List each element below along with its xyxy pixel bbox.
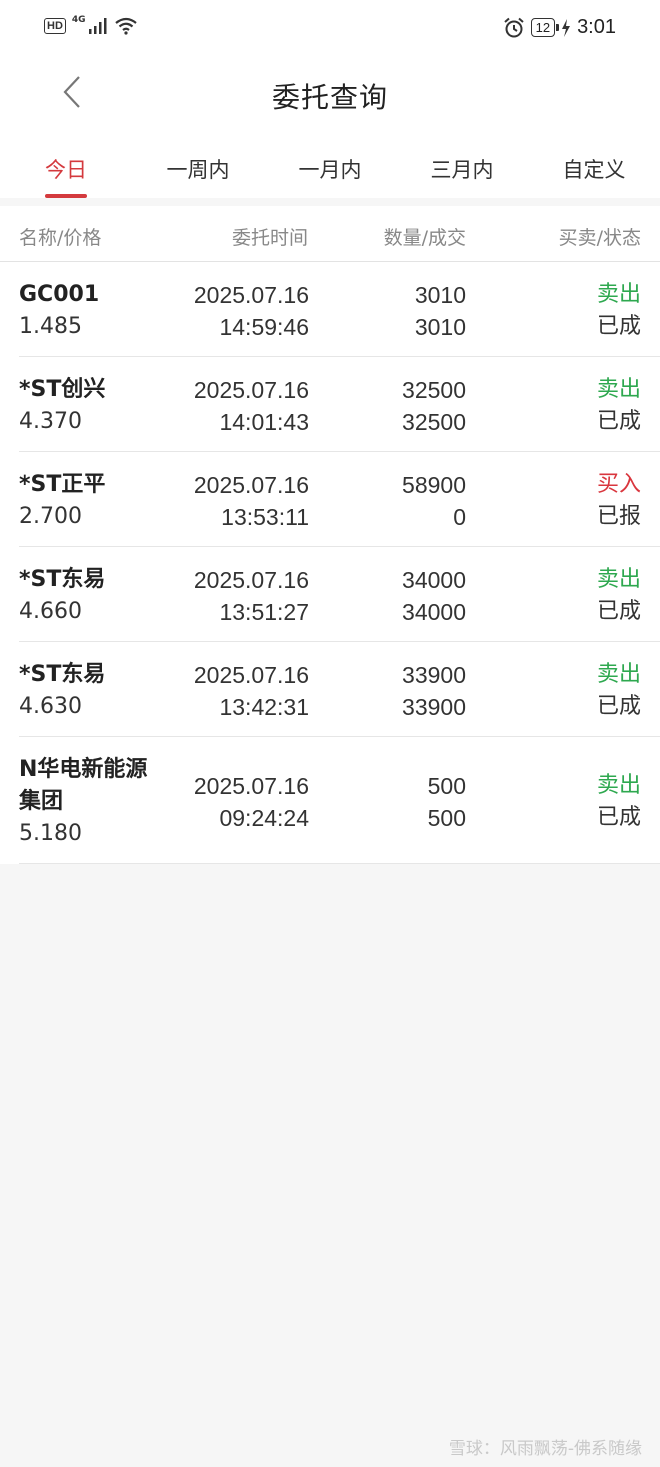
hd-badge: HD bbox=[44, 18, 66, 34]
battery-icon: 12 bbox=[530, 18, 560, 37]
watermark: 雪球：风雨飘荡-佛系随缘 bbox=[449, 1434, 642, 1459]
column-side-status: 买卖/状态 bbox=[558, 227, 641, 249]
clock-time: 3:01 bbox=[577, 16, 616, 38]
tab-three-months[interactable]: 三月内 bbox=[396, 132, 528, 198]
order-qty: 500 bbox=[427, 773, 466, 799]
order-side: 卖出 bbox=[596, 282, 641, 307]
order-side: 卖出 bbox=[596, 773, 641, 798]
filled-qty: 0 bbox=[453, 504, 466, 530]
order-row[interactable]: GC001 1.485 2025.07.16 14:59:46 3010 301… bbox=[19, 262, 660, 357]
order-qty: 32500 bbox=[402, 377, 466, 403]
alarm-icon bbox=[503, 17, 524, 37]
order-status: 已成 bbox=[596, 409, 641, 434]
date-range-tabs: 今日 一周内 一月内 三月内 自定义 bbox=[0, 132, 660, 198]
order-price: 5.180 bbox=[19, 821, 82, 846]
status-bar: HD 4G 12 3:01 bbox=[0, 0, 660, 58]
order-time: 13:51:27 bbox=[219, 599, 309, 625]
filled-qty: 32500 bbox=[402, 409, 466, 435]
order-qty: 58900 bbox=[402, 472, 466, 498]
tab-label: 三月内 bbox=[430, 158, 494, 182]
column-name-price: 名称/价格 bbox=[19, 227, 102, 249]
stock-name: *ST东易 bbox=[19, 567, 106, 592]
order-price: 4.660 bbox=[19, 599, 82, 624]
order-time: 13:53:11 bbox=[221, 504, 309, 530]
tab-month[interactable]: 一月内 bbox=[264, 132, 396, 198]
column-header: 名称/价格 委托时间 数量/成交 买卖/状态 bbox=[0, 206, 660, 262]
stock-name: N华电新能源集团 bbox=[19, 757, 148, 814]
title-bar: 委托查询 bbox=[0, 58, 660, 132]
order-time: 14:01:43 bbox=[219, 409, 309, 435]
order-date: 2025.07.16 bbox=[193, 377, 309, 403]
tab-label: 一月内 bbox=[298, 158, 362, 182]
order-row[interactable]: N华电新能源集团 5.180 2025.07.16 09:24:24 500 5… bbox=[19, 737, 660, 864]
tab-custom[interactable]: 自定义 bbox=[528, 132, 660, 198]
order-row[interactable]: *ST东易 4.630 2025.07.16 13:42:31 33900 33… bbox=[19, 642, 660, 737]
charging-icon bbox=[562, 18, 571, 37]
tab-label: 今日 bbox=[45, 158, 87, 182]
order-status: 已成 bbox=[596, 694, 641, 719]
signal-icon bbox=[88, 18, 107, 34]
filled-qty: 33900 bbox=[402, 694, 466, 720]
stock-name: GC001 bbox=[19, 282, 100, 307]
page-title: 委托查询 bbox=[271, 81, 388, 114]
wifi-icon bbox=[114, 17, 137, 35]
order-side: 卖出 bbox=[596, 567, 641, 592]
stock-name: *ST东易 bbox=[19, 662, 106, 687]
column-time: 委托时间 bbox=[231, 227, 308, 249]
order-time: 13:42:31 bbox=[219, 694, 309, 720]
network-type: 4G bbox=[71, 15, 86, 25]
order-price: 1.485 bbox=[19, 314, 82, 339]
order-side: 买入 bbox=[596, 472, 641, 497]
order-status: 已成 bbox=[596, 314, 641, 339]
tab-label: 自定义 bbox=[562, 158, 626, 182]
stock-name: *ST创兴 bbox=[19, 377, 106, 402]
filled-qty: 34000 bbox=[402, 599, 466, 625]
order-time: 14:59:46 bbox=[219, 314, 309, 340]
order-side: 卖出 bbox=[596, 377, 641, 402]
tab-label: 一周内 bbox=[166, 158, 230, 182]
order-qty: 3010 bbox=[414, 282, 466, 308]
order-status: 已成 bbox=[596, 599, 641, 624]
order-qty: 34000 bbox=[402, 567, 466, 593]
order-status: 已报 bbox=[596, 504, 641, 529]
active-tab-indicator bbox=[45, 194, 87, 198]
order-list: GC001 1.485 2025.07.16 14:59:46 3010 301… bbox=[0, 262, 660, 864]
filled-qty: 500 bbox=[427, 805, 466, 831]
order-date: 2025.07.16 bbox=[193, 282, 309, 308]
filled-qty: 3010 bbox=[414, 314, 466, 340]
order-side: 卖出 bbox=[596, 662, 641, 687]
order-row[interactable]: *ST东易 4.660 2025.07.16 13:51:27 34000 34… bbox=[19, 547, 660, 642]
order-date: 2025.07.16 bbox=[193, 472, 309, 498]
order-row[interactable]: *ST创兴 4.370 2025.07.16 14:01:43 32500 32… bbox=[19, 357, 660, 452]
order-date: 2025.07.16 bbox=[193, 773, 309, 799]
order-date: 2025.07.16 bbox=[193, 567, 309, 593]
order-price: 4.630 bbox=[19, 694, 82, 719]
order-row[interactable]: *ST正平 2.700 2025.07.16 13:53:11 58900 0 … bbox=[19, 452, 660, 547]
order-qty: 33900 bbox=[402, 662, 466, 688]
tab-today[interactable]: 今日 bbox=[0, 132, 132, 198]
stock-name: *ST正平 bbox=[19, 472, 106, 497]
order-price: 2.700 bbox=[19, 504, 82, 529]
order-status: 已成 bbox=[596, 805, 641, 830]
tab-week[interactable]: 一周内 bbox=[132, 132, 264, 198]
order-date: 2025.07.16 bbox=[193, 662, 309, 688]
order-price: 4.370 bbox=[19, 409, 82, 434]
column-qty: 数量/成交 bbox=[383, 227, 466, 249]
watermark-text: 雪球：风雨飘荡-佛系随缘 bbox=[448, 1439, 642, 1459]
order-time: 09:24:24 bbox=[219, 805, 309, 831]
